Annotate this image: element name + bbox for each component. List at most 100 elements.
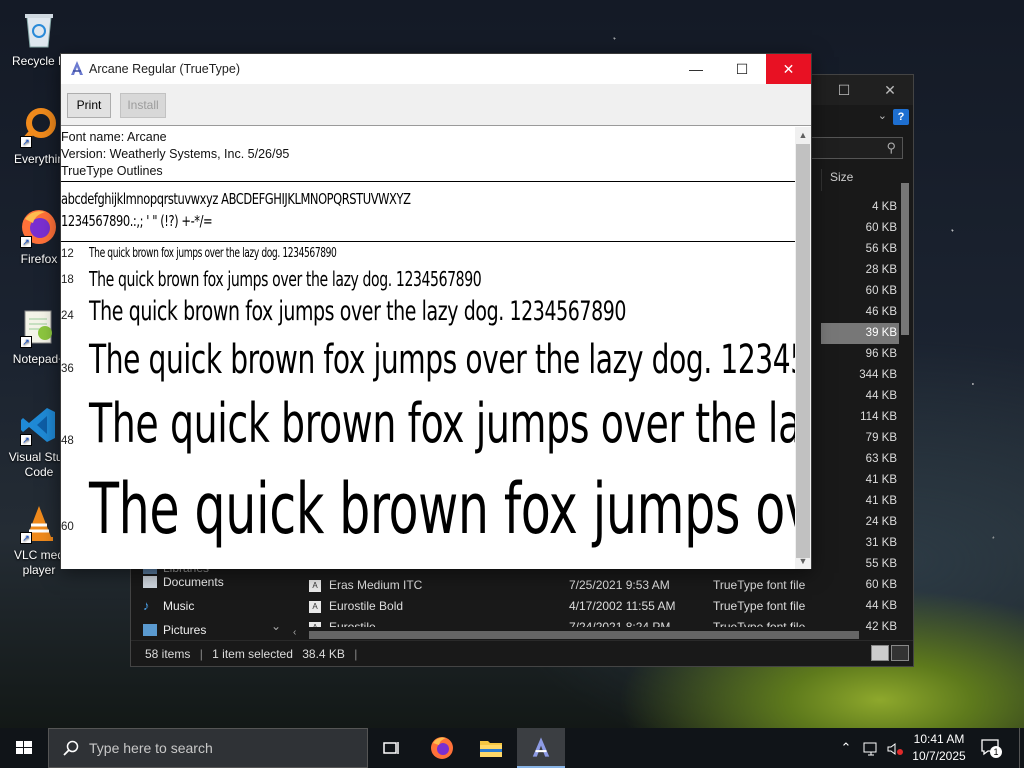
large-icons-view-button[interactable] xyxy=(891,645,909,661)
close-button[interactable]: ✕ xyxy=(867,75,913,105)
sample-row: 12 The quick brown fox jumps over the la… xyxy=(61,245,797,263)
table-row[interactable]: A Eras Medium ITC 7/25/2021 9:53 AM True… xyxy=(309,575,909,596)
size-cell[interactable]: 4 KB xyxy=(821,197,899,218)
size-cell[interactable]: 39 KB xyxy=(821,323,899,344)
file-date: 7/25/2021 9:53 AM xyxy=(569,578,670,592)
font-viewer-window[interactable]: Arcane Regular (TrueType) — ☐ ✕ Print In… xyxy=(60,53,812,569)
taskbar-file-explorer[interactable] xyxy=(467,728,515,768)
size-cell[interactable]: 96 KB xyxy=(821,344,899,365)
system-clock[interactable]: 10:41 AM 10/7/2025 xyxy=(906,731,972,765)
size-cell[interactable]: 344 KB xyxy=(821,365,899,386)
shortcut-arrow-icon: ↗ xyxy=(20,532,32,544)
size-cell[interactable]: 63 KB xyxy=(821,449,899,470)
close-button[interactable]: ✕ xyxy=(766,54,811,84)
sample-text: The quick brown fox jumps over the lazy … xyxy=(89,337,797,383)
size-cell[interactable]: 46 KB xyxy=(821,302,899,323)
volume-muted-icon[interactable] xyxy=(884,728,906,768)
font-viewer-titlebar[interactable]: Arcane Regular (TrueType) — ☐ ✕ xyxy=(61,54,811,84)
explorer-vertical-scrollbar[interactable] xyxy=(899,183,911,633)
size-cell[interactable]: 41 KB xyxy=(821,491,899,512)
notification-center-button[interactable]: 1 xyxy=(980,738,1002,758)
show-hidden-icons-chevron[interactable]: ⌃ xyxy=(836,728,856,768)
scroll-down-icon[interactable]: ▼ xyxy=(795,553,811,569)
sample-row: 18 The quick brown fox jumps over the la… xyxy=(61,266,797,292)
minimize-button[interactable]: — xyxy=(673,54,719,84)
sample-text: The quick brown fox jumps over the lazy … xyxy=(89,392,797,455)
search-box[interactable]: ⚲ xyxy=(811,137,903,159)
size-cell[interactable]: 79 KB xyxy=(821,428,899,449)
nav-item-pictures[interactable]: Pictures xyxy=(143,623,206,637)
sample-size-label: 36 xyxy=(61,363,74,375)
column-header-size[interactable]: Size xyxy=(821,169,901,191)
everything-search-icon: ↗ xyxy=(18,106,60,148)
print-button[interactable]: Print xyxy=(67,93,111,118)
view-toggle xyxy=(869,645,909,671)
sample-text: The quick brown fox jumps over the lazy … xyxy=(89,296,627,327)
font-preview-area: Font name: Arcane Version: Weatherly Sys… xyxy=(61,127,797,569)
taskbar-font-viewer[interactable] xyxy=(517,728,565,768)
font-version: Version: Weatherly Systems, Inc. 5/26/95 xyxy=(61,147,290,161)
taskbar-search-box[interactable]: Type here to search xyxy=(48,728,368,768)
nav-item-music[interactable]: ♪ Music xyxy=(143,599,194,613)
size-cell[interactable]: 31 KB xyxy=(821,533,899,554)
sample-row: 60 The quick brown fox jumps over the la… xyxy=(61,461,797,557)
size-cell[interactable]: 28 KB xyxy=(821,260,899,281)
font-info: Font name: Arcane Version: Weatherly Sys… xyxy=(61,129,289,180)
table-row[interactable]: A Eurostile 7/24/2021 8:24 PM TrueType f… xyxy=(309,617,909,627)
maximize-button[interactable]: ☐ xyxy=(719,54,765,84)
help-icon[interactable]: ? xyxy=(893,109,909,125)
task-view-button[interactable] xyxy=(368,728,416,768)
scrollbar-thumb[interactable] xyxy=(309,631,859,639)
sample-text: The quick brown fox jumps over the lazy … xyxy=(89,468,797,550)
file-name: Eurostile xyxy=(329,620,376,627)
taskbar-firefox[interactable] xyxy=(418,728,466,768)
size-cell[interactable]: 44 KB xyxy=(821,386,899,407)
notepad-plus-plus-icon: ↗ xyxy=(18,306,60,348)
clock-time: 10:41 AM xyxy=(913,732,965,746)
charset-symbols: 1234567890.:,; ' " (!?) +-*/= xyxy=(61,212,213,230)
nav-item-documents[interactable]: Documents xyxy=(143,575,224,589)
show-desktop-button[interactable] xyxy=(1019,728,1024,768)
font-name: Font name: Arcane xyxy=(61,130,167,144)
size-cell[interactable]: 41 KB xyxy=(821,470,899,491)
divider xyxy=(61,181,795,182)
size-cell[interactable]: 24 KB xyxy=(821,512,899,533)
file-type: TrueType font file xyxy=(713,620,806,627)
windows-logo-icon xyxy=(16,741,32,754)
maximize-button[interactable]: ☐ xyxy=(821,75,867,105)
scrollbar-thumb[interactable] xyxy=(796,144,810,558)
scroll-up-icon[interactable]: ▲ xyxy=(795,127,811,143)
divider xyxy=(61,241,795,242)
sample-size-label: 60 xyxy=(61,521,74,533)
folder-icon xyxy=(480,741,502,757)
start-button[interactable] xyxy=(0,728,48,768)
scrollbar-thumb[interactable] xyxy=(901,183,909,335)
chevron-down-icon[interactable]: ⌄ xyxy=(271,619,281,633)
preview-vertical-scrollbar[interactable]: ▲ ▼ xyxy=(795,127,811,569)
font-file-icon: A xyxy=(309,601,321,613)
network-icon[interactable] xyxy=(860,728,882,768)
vscode-icon: ↗ xyxy=(18,404,60,446)
scroll-left-icon[interactable]: ‹ xyxy=(293,627,296,638)
install-button[interactable]: Install xyxy=(120,93,166,118)
status-item-count: 58 items xyxy=(145,647,191,661)
file-date: 4/17/2002 11:55 AM xyxy=(569,599,676,613)
size-cell[interactable]: 60 KB xyxy=(821,218,899,239)
shortcut-arrow-icon: ↗ xyxy=(20,236,32,248)
chevron-down-icon[interactable]: ⌄ xyxy=(878,109,887,122)
firefox-icon: ↗ xyxy=(18,206,60,248)
file-list: A Eras Medium ITC 7/25/2021 9:53 AM True… xyxy=(309,575,909,627)
size-cell[interactable]: 60 KB xyxy=(821,281,899,302)
font-type: TrueType Outlines xyxy=(61,164,163,178)
size-cell[interactable]: 114 KB xyxy=(821,407,899,428)
details-view-button[interactable] xyxy=(871,645,889,661)
search-icon xyxy=(63,740,79,756)
documents-icon xyxy=(143,576,157,588)
sample-row: 24 The quick brown fox jumps over the la… xyxy=(61,294,797,330)
sample-row: 36 The quick brown fox jumps over the la… xyxy=(61,333,797,387)
taskbar: Type here to search ⌃ 10:41 AM 10/7/2025… xyxy=(0,728,1024,768)
size-cell[interactable]: 56 KB xyxy=(821,239,899,260)
shortcut-arrow-icon: ↗ xyxy=(20,434,32,446)
size-cell[interactable]: 55 KB xyxy=(821,554,899,575)
table-row[interactable]: A Eurostile Bold 4/17/2002 11:55 AM True… xyxy=(309,596,909,617)
